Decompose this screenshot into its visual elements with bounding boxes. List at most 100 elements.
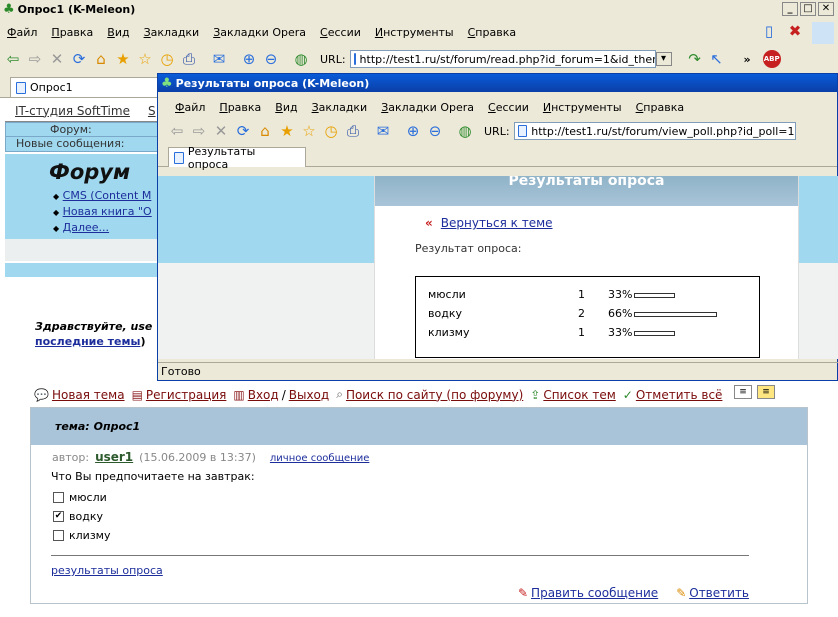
poll-checkbox[interactable] [53,530,64,541]
poll-checkbox-checked[interactable]: ✔ [53,511,64,522]
adblock-icon[interactable]: ABP [762,50,781,68]
minimize-button[interactable]: _ [782,2,798,16]
close-button[interactable]: ✕ [818,2,834,16]
forward-icon[interactable]: ⇨ [190,122,208,140]
bookmarks-star-icon[interactable]: ★ [114,50,132,68]
reload-icon[interactable]: ⟳ [234,122,252,140]
zoom-out-icon[interactable]: ⊖ [426,122,444,140]
bullet-link-cms[interactable]: CMS (Content M [63,189,152,202]
popup-menu-edit[interactable]: Правка [212,101,268,114]
popup-menu-opera-bookmarks[interactable]: Закладки Opera [374,101,481,114]
studio-link-cut[interactable]: S [148,104,156,118]
close-tab-icon[interactable]: ✖ [786,22,804,40]
menu-opera-bookmarks[interactable]: Закладки Opera [206,26,313,39]
poll-results-link[interactable]: результаты опроса [51,564,163,577]
history-clock-icon[interactable]: ◷ [322,122,340,140]
main-window-title: Опрос1 (K-Meleon) [17,2,136,16]
back-icon[interactable]: ⇦ [168,122,186,140]
add-bookmark-star-icon[interactable]: ☆ [136,50,154,68]
menu-bookmarks[interactable]: Закладки [137,26,207,39]
poll-checkbox[interactable] [53,492,64,503]
popup-menu-bookmarks[interactable]: Закладки [305,101,375,114]
popup-menu-help[interactable]: Справка [629,101,691,114]
topic-list-link[interactable]: Список тем [543,388,615,402]
mark-all-link[interactable]: Отметить всё [636,388,723,402]
author-link[interactable]: user1 [95,450,133,464]
back-to-topic-link[interactable]: Вернуться к теме [441,216,553,230]
register-link[interactable]: Регистрация [146,388,226,402]
post-date: (15.06.2009 в 13:37) [139,451,256,464]
topic-name: Опрос1 [93,420,141,433]
search-link[interactable]: Поиск по сайту (по форуму) [346,388,523,402]
poll-result-row: клизму 1 33% [422,323,723,342]
poll-option: ✔ водку [53,507,807,526]
topic-header: тема: Опрос1 [31,408,807,445]
zoom-in-icon[interactable]: ⊕ [240,50,258,68]
login-link[interactable]: Вход [248,388,279,402]
studio-link[interactable]: IT-студия SoftTime [15,104,130,118]
globe-icon[interactable]: ◍ [292,50,310,68]
menu-edit[interactable]: Правка [44,26,100,39]
forum-heading: Форум [49,160,131,184]
popup-menu-tools[interactable]: Инструменты [536,101,629,114]
view-list-icon[interactable]: ≡ [734,385,752,399]
menu-file[interactable]: Файл [0,26,44,39]
menu-help[interactable]: Справка [461,26,523,39]
last-topics-paren: ) [140,335,146,348]
popup-status-bar: Готово [158,362,838,380]
edit-message-link[interactable]: Править сообщение [531,586,658,600]
poll-result-option: клизму [428,326,470,339]
cursor-icon[interactable]: ↖ [708,50,726,68]
logout-link[interactable]: Выход [289,388,329,402]
mail-icon[interactable]: ✉ [210,50,228,68]
tab-page-icon [174,151,184,164]
poll-results-header: Результаты опроса [375,176,798,206]
print-icon[interactable]: ⎙ [344,122,362,140]
menu-view[interactable]: Вид [100,26,136,39]
bookmarks-star-icon[interactable]: ★ [278,122,296,140]
bullet-link-new-book[interactable]: Новая книга "О [63,205,152,218]
kmeleon-logo-icon: ♣ [3,1,15,17]
print-icon[interactable]: ⎙ [180,50,198,68]
globe-icon[interactable]: ◍ [456,122,474,140]
stop-icon[interactable]: ✕ [212,122,230,140]
main-url-field[interactable]: http://test1.ru/st/forum/read.php?id_for… [349,50,656,68]
private-message-link[interactable]: личное сообщение [270,453,369,464]
popup-title-bar: ♣ Результаты опроса (K-Meleon) [158,74,837,92]
menu-sessions[interactable]: Сессии [313,26,368,39]
zoom-in-icon[interactable]: ⊕ [404,122,422,140]
popup-logo-icon: ♣ [161,75,173,91]
url-dropdown-icon[interactable]: ▾ [655,52,672,66]
stop-icon[interactable]: ✕ [48,50,66,68]
history-clock-icon[interactable]: ◷ [158,50,176,68]
maximize-button[interactable]: □ [800,2,816,16]
toolbar-overflow[interactable]: » [744,53,751,66]
tab-opros1[interactable]: Опрос1 [10,77,160,97]
last-topics-link[interactable]: последние темы [35,335,140,348]
zoom-out-icon[interactable]: ⊖ [262,50,280,68]
go-icon[interactable]: ↷ [686,50,704,68]
home-icon[interactable]: ⌂ [256,122,274,140]
author-label: автор: [52,451,90,464]
reload-icon[interactable]: ⟳ [70,50,88,68]
popup-menu-file[interactable]: Файл [168,101,212,114]
popup-menu-sessions[interactable]: Сессии [481,101,536,114]
new-topic-link[interactable]: Новая тема [52,388,125,402]
bullet-link-more[interactable]: Далее... [63,221,109,234]
topic-list-icon: ⇪ [530,387,541,402]
home-icon[interactable]: ⌂ [92,50,110,68]
add-bookmark-star-icon[interactable]: ☆ [300,122,318,140]
new-window-icon[interactable]: ▯ [760,22,778,40]
view-tree-icon[interactable]: ≡ [757,385,775,399]
mail-icon[interactable]: ✉ [374,122,392,140]
tab-poll-results[interactable]: Результаты опроса [168,145,306,171]
status-text: Готово [161,365,201,378]
login-icon: ▥ [233,387,245,402]
popup-url-field[interactable]: http://test1.ru/st/forum/view_poll.php?i… [513,122,796,140]
menu-tools[interactable]: Инструменты [368,26,461,39]
reply-link[interactable]: Ответить [689,586,749,600]
popup-menu-view[interactable]: Вид [268,101,304,114]
page-icon [517,125,528,137]
back-icon[interactable]: ⇦ [4,50,22,68]
forward-icon[interactable]: ⇨ [26,50,44,68]
